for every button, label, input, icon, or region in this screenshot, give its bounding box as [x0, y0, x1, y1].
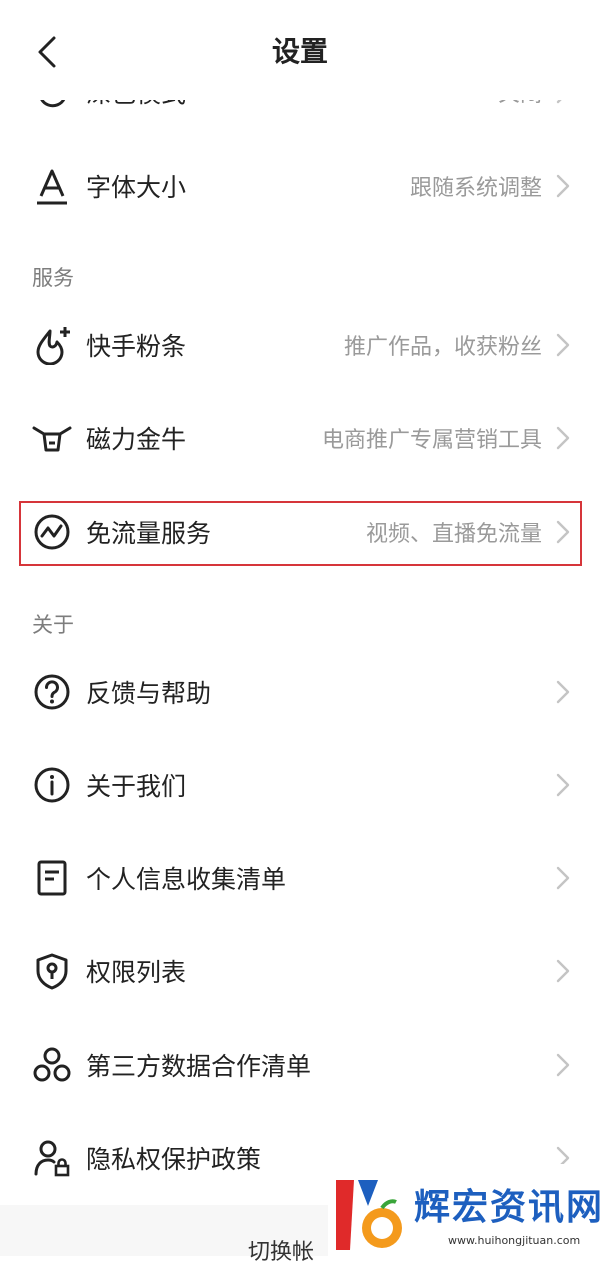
chevron-right-icon: [556, 333, 570, 357]
chevron-right-icon: [556, 174, 570, 198]
row-value: 跟随系统调整: [409, 176, 542, 201]
bull-icon: [32, 426, 72, 452]
row-label: 快手粉条: [86, 332, 187, 361]
chevron-right-icon: [556, 773, 570, 797]
row-value: 电商推广专属营销工具: [321, 428, 542, 453]
question-circle-icon: [34, 674, 70, 710]
settings-row-third-party[interactable]: 第三方数据合作清单: [0, 1019, 600, 1111]
section-title-about: 关于: [32, 613, 74, 637]
settings-row-fentiao[interactable]: 快手粉条 推广作品，收获粉丝: [0, 299, 600, 391]
chevron-right-icon: [556, 866, 570, 890]
chevron-right-icon: [556, 426, 570, 450]
settings-row-cili-jinniu[interactable]: 磁力金牛 电商推广专属营销工具: [0, 392, 600, 484]
shield-key-icon: [36, 953, 68, 990]
settings-row-permissions[interactable]: 权限列表: [0, 925, 600, 1017]
font-a-icon: [37, 169, 67, 205]
row-value: 推广作品，收获粉丝: [343, 335, 542, 360]
page-title: 设置: [271, 35, 328, 68]
user-lock-icon: [34, 1140, 70, 1177]
watermark-text: 辉宏资讯网: [414, 1187, 600, 1228]
watermark-url: www.huihongjituan.com: [448, 1234, 581, 1247]
settings-row-font-size[interactable]: 字体大小 跟随系统调整: [0, 140, 600, 232]
fire-plus-icon: [36, 327, 70, 365]
chevron-right-icon: [556, 680, 570, 704]
section-title-service: 服务: [32, 266, 74, 290]
header-bar: 设置: [0, 0, 600, 100]
info-circle-icon: [34, 767, 70, 803]
row-label: 反馈与帮助: [86, 679, 212, 708]
row-label: 第三方数据合作清单: [86, 1052, 312, 1081]
settings-row-about-us[interactable]: 关于我们: [0, 739, 600, 831]
settings-row-personal-info[interactable]: 个人信息收集清单: [0, 832, 600, 924]
watermark: 辉宏资讯网 www.huihongjituan.com: [328, 1164, 600, 1256]
three-circles-icon: [33, 1047, 71, 1082]
row-label: 个人信息收集清单: [86, 865, 287, 894]
row-label: 权限列表: [86, 958, 187, 987]
row-label: 字体大小: [86, 173, 187, 202]
row-label: 关于我们: [86, 772, 187, 801]
row-label: 隐私权保护政策: [86, 1145, 262, 1174]
chevron-right-icon: [556, 1053, 570, 1077]
row-label: 磁力金牛: [86, 425, 187, 454]
document-icon: [37, 860, 67, 896]
switch-account-partial[interactable]: 切换帐: [248, 1234, 314, 1266]
settings-row-feedback[interactable]: 反馈与帮助: [0, 646, 600, 738]
chevron-right-icon: [556, 959, 570, 983]
highlight-box: [19, 501, 582, 566]
watermark-logo-icon: [336, 1180, 402, 1250]
